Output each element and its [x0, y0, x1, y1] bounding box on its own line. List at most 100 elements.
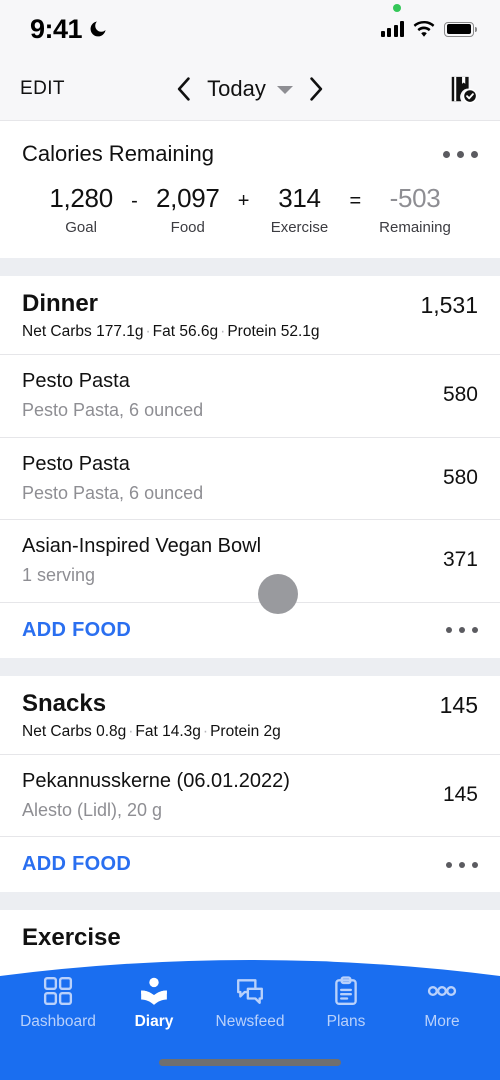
food-item-description: Pesto Pasta, 6 ounced — [22, 400, 204, 420]
bottom-navigation-bar: Dashboard Diary Newsfeed Plans More — [0, 948, 500, 1080]
meal-macros: Net Carbs 177.1g · Fat 56.6g · Protein 52.1g — [22, 323, 320, 341]
status-bar-right — [380, 3, 477, 38]
macro-protein: Protein 2g — [210, 722, 281, 740]
nav-tab-newsfeed[interactable]: Newsfeed — [207, 976, 293, 1031]
macro-net-carbs: Net Carbs 177.1g — [22, 323, 144, 340]
food-item-text: Pekannusskerne (06.01.2022) Alesto (Lidl… — [22, 769, 290, 822]
touch-cursor-indicator — [258, 574, 298, 614]
status-bar: 9:41 — [0, 0, 500, 58]
section-gap — [0, 258, 500, 276]
calories-goal-value: 1,280 — [49, 183, 113, 213]
date-label: Today — [207, 76, 266, 101]
moon-icon — [90, 21, 106, 37]
chevron-right-icon[interactable] — [309, 77, 324, 101]
meal-macros: Net Carbs 0.8g · Fat 14.3g · Protein 2g — [22, 723, 281, 741]
chevron-down-icon[interactable] — [276, 86, 293, 94]
calories-remaining: -503 Remaining — [379, 183, 451, 236]
nav-tab-label: Diary — [134, 1013, 174, 1030]
meal-header-text: Snacks Net Carbs 0.8g · Fat 14.3g · Protein … — [22, 690, 281, 741]
macro-separator: · — [145, 323, 151, 340]
calories-exercise: 314 Exercise — [267, 183, 331, 236]
food-item-calories: 580 — [442, 383, 478, 407]
calories-remaining-card: Calories Remaining 1,280 Goal - 2,097 Fo… — [0, 121, 500, 258]
calories-food: 2,097 Food — [156, 183, 220, 236]
nav-tab-list: Dashboard Diary Newsfeed Plans More — [0, 976, 500, 1031]
meal-header[interactable]: Snacks Net Carbs 0.8g · Fat 14.3g · Protein … — [0, 676, 500, 754]
nav-tab-label: More — [424, 1013, 460, 1030]
date-navigator: Today — [0, 76, 500, 102]
grid-icon — [43, 976, 73, 1006]
food-item-text: Pesto Pasta Pesto Pasta, 6 ounced — [22, 452, 203, 505]
nav-tab-plans[interactable]: Plans — [303, 976, 389, 1031]
calories-card-header: Calories Remaining — [22, 141, 478, 167]
journal-check-icon[interactable] — [448, 74, 478, 104]
food-item-calories: 145 — [442, 782, 478, 806]
add-food-button[interactable]: ADD FOOD — [22, 619, 131, 642]
macro-fat: Fat 14.3g — [135, 722, 201, 740]
add-food-row: ADD FOOD — [0, 837, 500, 892]
operator-minus: - — [131, 190, 138, 212]
calories-exercise-label: Exercise — [270, 219, 329, 236]
edit-button[interactable]: EDIT — [20, 78, 65, 100]
food-item-text: Pesto Pasta Pesto Pasta, 6 ounced — [22, 369, 203, 422]
meal-title: Dinner — [22, 290, 99, 317]
operator-plus: + — [237, 190, 250, 212]
food-item-description: Alesto (Lidl), 20 g — [22, 799, 163, 820]
meal-section-dinner: Dinner Net Carbs 177.1g · Fat 56.6g · Protei… — [0, 276, 500, 658]
calories-remaining-label: Remaining — [379, 219, 451, 236]
food-item-text: Asian-Inspired Vegan Bowl 1 serving — [22, 534, 261, 587]
book-reader-icon — [141, 977, 167, 1005]
macro-separator: · — [220, 323, 226, 340]
home-indicator-bar — [159, 1059, 341, 1066]
cellular-signal-icon — [380, 21, 404, 37]
app-screen: 9:41 EDIT Today Calories Remaining 1,280… — [0, 0, 500, 1080]
food-item-name: Pesto Pasta — [22, 370, 130, 392]
food-item-row[interactable]: Pesto Pasta Pesto Pasta, 6 ounced 580 — [0, 438, 500, 520]
meal-title: Snacks — [22, 689, 107, 717]
nav-tab-label: Newsfeed — [215, 1013, 285, 1030]
calories-goal-label: Goal — [65, 219, 97, 236]
top-navigation-bar: EDIT Today — [0, 58, 500, 120]
food-item-row[interactable]: Pekannusskerne (06.01.2022) Alesto (Lidl… — [0, 755, 500, 837]
calories-food-label: Food — [170, 219, 205, 236]
food-item-name: Pesto Pasta — [22, 452, 130, 475]
status-time: 9:41 — [30, 13, 83, 44]
food-item-description: Pesto Pasta, 6 ounced — [22, 482, 204, 503]
macro-separator: · — [202, 722, 209, 740]
food-item-name: Asian-Inspired Vegan Bowl — [22, 535, 262, 557]
macro-protein: Protein 52.1g — [227, 323, 320, 340]
recording-indicator-dot — [393, 3, 401, 12]
food-item-calories: 371 — [442, 548, 478, 572]
meal-total-calories: 145 — [439, 691, 478, 718]
meal-section-snacks: Snacks Net Carbs 0.8g · Fat 14.3g · Protein … — [0, 676, 500, 893]
macro-net-carbs: Net Carbs 0.8g — [22, 722, 127, 740]
add-food-row: ADD FOOD — [0, 603, 500, 658]
battery-full-icon — [444, 21, 477, 37]
calories-card-title: Calories Remaining — [22, 141, 214, 166]
meal-total-calories: 1,531 — [420, 292, 478, 318]
clipboard-icon — [335, 976, 357, 1006]
nav-tab-diary[interactable]: Diary — [111, 976, 197, 1031]
macro-fat: Fat 56.6g — [152, 323, 219, 340]
food-item-row[interactable]: Pesto Pasta Pesto Pasta, 6 ounced 580 — [0, 355, 500, 437]
overflow-menu-icon[interactable] — [446, 627, 478, 633]
section-gap — [0, 892, 500, 910]
chevron-left-icon[interactable] — [176, 77, 191, 101]
date-picker-button[interactable]: Today — [207, 76, 293, 102]
calories-goal: 1,280 Goal — [49, 183, 113, 236]
meal-header[interactable]: Dinner Net Carbs 177.1g · Fat 56.6g · Protei… — [0, 276, 500, 354]
nav-tab-dashboard[interactable]: Dashboard — [15, 976, 101, 1031]
food-item-row[interactable]: Asian-Inspired Vegan Bowl 1 serving 371 — [0, 520, 500, 602]
overflow-menu-icon[interactable] — [446, 861, 478, 868]
operator-equals: = — [349, 190, 362, 212]
nav-tab-more[interactable]: More — [399, 976, 485, 1031]
add-food-button[interactable]: ADD FOOD — [22, 853, 131, 876]
food-item-description: 1 serving — [22, 565, 96, 585]
nav-tab-label: Plans — [326, 1013, 366, 1030]
meal-header-text: Dinner Net Carbs 177.1g · Fat 56.6g · Protei… — [22, 290, 320, 341]
status-bar-left: 9:41 — [30, 14, 108, 45]
food-item-name: Pekannusskerne (06.01.2022) — [22, 769, 290, 792]
section-gap — [0, 657, 500, 676]
overflow-menu-icon[interactable] — [443, 150, 478, 158]
diary-scroll-area[interactable]: Calories Remaining 1,280 Goal - 2,097 Fo… — [0, 121, 500, 965]
